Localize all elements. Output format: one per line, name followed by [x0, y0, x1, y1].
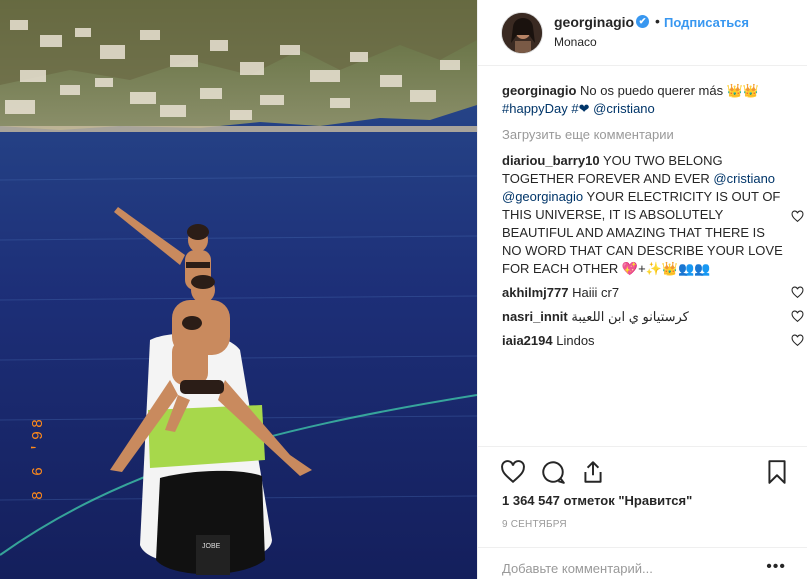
likes-count[interactable]: 1 364 547 отметок "Нравится": [502, 493, 692, 508]
heart-icon[interactable]: [791, 310, 804, 323]
header-username[interactable]: georginagio: [554, 14, 634, 30]
location-link[interactable]: Monaco: [554, 35, 597, 49]
board-brand-text: JOBE: [202, 543, 221, 550]
caption-hashtag[interactable]: #happyDay: [502, 101, 568, 116]
post-actions: 1 364 547 отметок "Нравится" 9 СЕНТЯБРЯ …: [478, 446, 807, 579]
comment-bubble-icon[interactable]: [540, 459, 566, 485]
comment-text: كرستيانو ي ابن اللعيبة: [571, 309, 689, 324]
avatar[interactable]: [501, 12, 543, 54]
load-more-comments-button[interactable]: Загрузить еще комментарии: [502, 126, 792, 144]
comment-text: Lindos: [556, 333, 595, 348]
caption: georginagio No os puedo querer más 👑👑 #h…: [502, 82, 792, 118]
list-item: nasri_innit كرستيانو ي ابن اللعيبة: [502, 308, 804, 326]
comment-username[interactable]: iaia2194: [502, 333, 553, 348]
list-item: iaia2194 Lindos: [502, 332, 804, 350]
post-side-panel: georginagio ✔ • Подписаться Monaco georg…: [477, 0, 807, 579]
comment-mention[interactable]: @cristiano: [713, 171, 775, 186]
comment-username[interactable]: diariou_barry10: [502, 153, 600, 168]
post-photo[interactable]: 8 6 '98 JOBE: [0, 0, 477, 579]
verified-badge-icon: ✔: [636, 15, 649, 28]
list-item: akhilmj777 Haiii cr7: [502, 284, 804, 302]
comment-text: Haiii cr7: [572, 285, 620, 300]
photo-date-stamp: 8 6 '98: [30, 416, 47, 500]
add-comment-bar: •••: [478, 547, 807, 579]
heart-icon[interactable]: [791, 210, 804, 223]
follow-button[interactable]: Подписаться: [664, 15, 749, 30]
comment-mention[interactable]: @georginagio: [502, 189, 583, 204]
caption-hash-heart[interactable]: #❤: [571, 101, 589, 116]
comment-username[interactable]: akhilmj777: [502, 285, 569, 300]
post-date: 9 СЕНТЯБРЯ: [502, 519, 567, 530]
caption-text: No os puedo querer más 👑👑: [580, 83, 760, 98]
share-icon[interactable]: [580, 459, 606, 485]
bookmark-icon[interactable]: [764, 459, 790, 485]
caption-username[interactable]: georginagio: [502, 83, 576, 98]
comments-section: georginagio No os puedo querer más 👑👑 #h…: [502, 82, 804, 356]
separator-dot: •: [655, 13, 660, 29]
comment-username[interactable]: nasri_innit: [502, 309, 568, 324]
heart-icon[interactable]: [791, 334, 804, 347]
heart-icon[interactable]: [791, 286, 804, 299]
more-options-button[interactable]: •••: [766, 558, 786, 576]
heart-icon[interactable]: [500, 459, 526, 485]
list-item: diariou_barry10 YOU TWO BELONG TOGETHER …: [502, 152, 804, 278]
comment-input[interactable]: [502, 558, 762, 578]
post-header: georginagio ✔ • Подписаться Monaco: [478, 0, 807, 66]
caption-mention[interactable]: @cristiano: [593, 101, 655, 116]
